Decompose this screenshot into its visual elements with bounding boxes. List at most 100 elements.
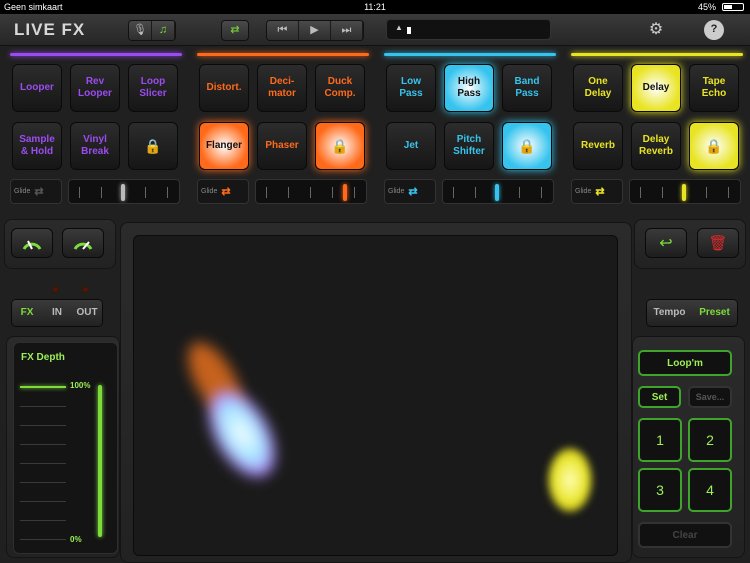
glide-arrows-icon: ⇄ — [34, 186, 44, 198]
loop-slot-button[interactable]: 1 — [638, 418, 682, 462]
effect-pad[interactable]: Rev Looper — [70, 64, 120, 112]
glide-toggle[interactable]: Glide ⇄ — [197, 179, 249, 204]
slider-tick — [706, 187, 707, 198]
rewind-button[interactable]: ⏮ — [267, 21, 299, 40]
section-color-strip — [384, 53, 556, 56]
glide-label: Glide — [388, 188, 405, 195]
effect-pad[interactable]: Jet — [386, 122, 436, 170]
effect-pad[interactable]: Duck Comp. — [315, 64, 365, 112]
input-source-toggle[interactable]: 🎙 ♫ — [128, 20, 176, 41]
play-button[interactable]: ▶ — [299, 21, 331, 40]
lock-icon[interactable]: 🔒 — [315, 122, 365, 170]
track-progress-bar[interactable]: ▲ — [386, 19, 551, 40]
glide-toggle[interactable]: Glide ⇄ — [571, 179, 623, 204]
effect-pad[interactable]: Tape Echo — [689, 64, 739, 112]
trash-icon[interactable]: 🗑 — [697, 228, 739, 258]
effect-pad[interactable]: Vinyl Break — [70, 122, 120, 170]
lock-icon[interactable]: 🔒 — [502, 122, 552, 170]
out-route-button[interactable]: OUT — [72, 300, 102, 326]
effect-pad[interactable]: Looper — [12, 64, 62, 112]
slider-thumb[interactable] — [682, 184, 686, 201]
slider-tick — [101, 187, 102, 198]
effect-section-1: Looper Rev Looper Loop Slicer Sample & Hold… — [6, 50, 186, 213]
glide-arrows-icon: ⇄ — [221, 186, 231, 198]
slider-thumb[interactable] — [121, 184, 125, 201]
set-button[interactable]: Set — [638, 386, 681, 408]
effect-pad[interactable]: High Pass — [444, 64, 494, 112]
routing-selector[interactable]: FX IN OUT — [11, 299, 103, 327]
clear-button[interactable]: Clear — [638, 522, 732, 548]
gauge-high-button[interactable] — [62, 228, 104, 258]
glide-arrows-icon: ⇄ — [595, 186, 605, 198]
effect-param-slider[interactable] — [68, 179, 180, 204]
glide-toggle[interactable]: Glide ⇄ — [10, 179, 62, 204]
effect-pad[interactable]: Band Pass — [502, 64, 552, 112]
undo-icon[interactable]: ↩ — [645, 228, 687, 258]
forward-button[interactable]: ⏭ — [331, 21, 363, 40]
depth-tick — [20, 463, 66, 464]
glide-toggle[interactable]: Glide ⇄ — [384, 179, 436, 204]
slider-thumb[interactable] — [343, 184, 347, 201]
effect-pad[interactable]: Low Pass — [386, 64, 436, 112]
xy-touch-pad[interactable] — [133, 235, 618, 556]
effect-pad[interactable]: Deci- mator — [257, 64, 307, 112]
depth-fill — [98, 385, 102, 537]
lock-icon[interactable]: 🔒 — [689, 122, 739, 170]
effect-pad[interactable]: One Delay — [573, 64, 623, 112]
depth-tick — [20, 425, 66, 426]
slider-tick — [662, 187, 663, 198]
loop-slot-button[interactable]: 4 — [688, 468, 732, 512]
depth-tick — [20, 482, 66, 483]
effect-pad[interactable]: Loop Slicer — [128, 64, 178, 112]
lock-icon[interactable]: 🔒 — [128, 122, 178, 170]
tempo-button[interactable]: Tempo — [647, 300, 692, 326]
slider-thumb[interactable] — [495, 184, 499, 201]
app-root: { "status": {"carrier": "Geen simkaart",… — [0, 0, 750, 563]
help-icon[interactable]: ? — [704, 20, 724, 40]
loop-slot-button[interactable]: 2 — [688, 418, 732, 462]
fx-depth-meter[interactable]: FX Depth 100% 0% — [13, 342, 118, 554]
effect-pad[interactable]: Sample & Hold — [12, 122, 62, 170]
glide-label: Glide — [575, 188, 592, 195]
effect-param-slider[interactable] — [255, 179, 367, 204]
effect-pad[interactable]: Pitch Shifter — [444, 122, 494, 170]
preset-button[interactable]: Preset — [692, 300, 737, 326]
slider-tick — [640, 187, 641, 198]
in-route-button[interactable]: IN — [42, 300, 72, 326]
effect-param-slider[interactable] — [629, 179, 741, 204]
depth-track — [98, 385, 102, 537]
battery-percent: 45% — [697, 2, 716, 12]
depth-tick — [20, 539, 66, 540]
app-logo: LIVE FX — [14, 20, 86, 39]
effect-pad[interactable]: Distort. — [199, 64, 249, 112]
effect-section-2: Distort. Deci- mator Duck Comp. Flanger Phas… — [193, 50, 373, 213]
gear-icon[interactable]: ⚙ — [644, 20, 668, 41]
gauge-low-button[interactable] — [11, 228, 53, 258]
effect-pad[interactable]: Delay Reverb — [631, 122, 681, 170]
transport-controls: ⏮ ▶ ⏭ — [266, 20, 364, 41]
effect-pad[interactable]: Phaser — [257, 122, 307, 170]
loop-sync-icon[interactable]: ⇄ — [221, 20, 249, 41]
music-note-icon[interactable]: ♫ — [152, 21, 175, 40]
depth-min-label: 0% — [70, 535, 82, 544]
mode-selector[interactable]: Tempo Preset — [646, 299, 738, 327]
effect-pad[interactable]: Reverb — [573, 122, 623, 170]
battery-icon — [722, 3, 744, 11]
effect-pad[interactable]: Flanger — [199, 122, 249, 170]
fx-route-button[interactable]: FX — [12, 300, 42, 326]
loop-slot-button[interactable]: 3 — [638, 468, 682, 512]
section-color-strip — [571, 53, 743, 56]
slider-tick — [310, 187, 311, 198]
in-led — [52, 286, 59, 293]
effect-param-slider[interactable] — [442, 179, 554, 204]
slider-tick — [453, 187, 454, 198]
glide-arrows-icon: ⇄ — [408, 186, 418, 198]
loopm-button[interactable]: Loop'm — [638, 350, 732, 376]
save-button[interactable]: Save... — [688, 386, 732, 408]
mic-icon[interactable]: 🎙 — [129, 21, 152, 40]
glide-label: Glide — [14, 188, 31, 195]
progress-knob[interactable] — [407, 27, 411, 34]
effect-pad[interactable]: Delay — [631, 64, 681, 112]
section-color-strip — [197, 53, 369, 56]
effect-section-4: One Delay Delay Tape Echo Reverb Delay Rever… — [567, 50, 747, 213]
